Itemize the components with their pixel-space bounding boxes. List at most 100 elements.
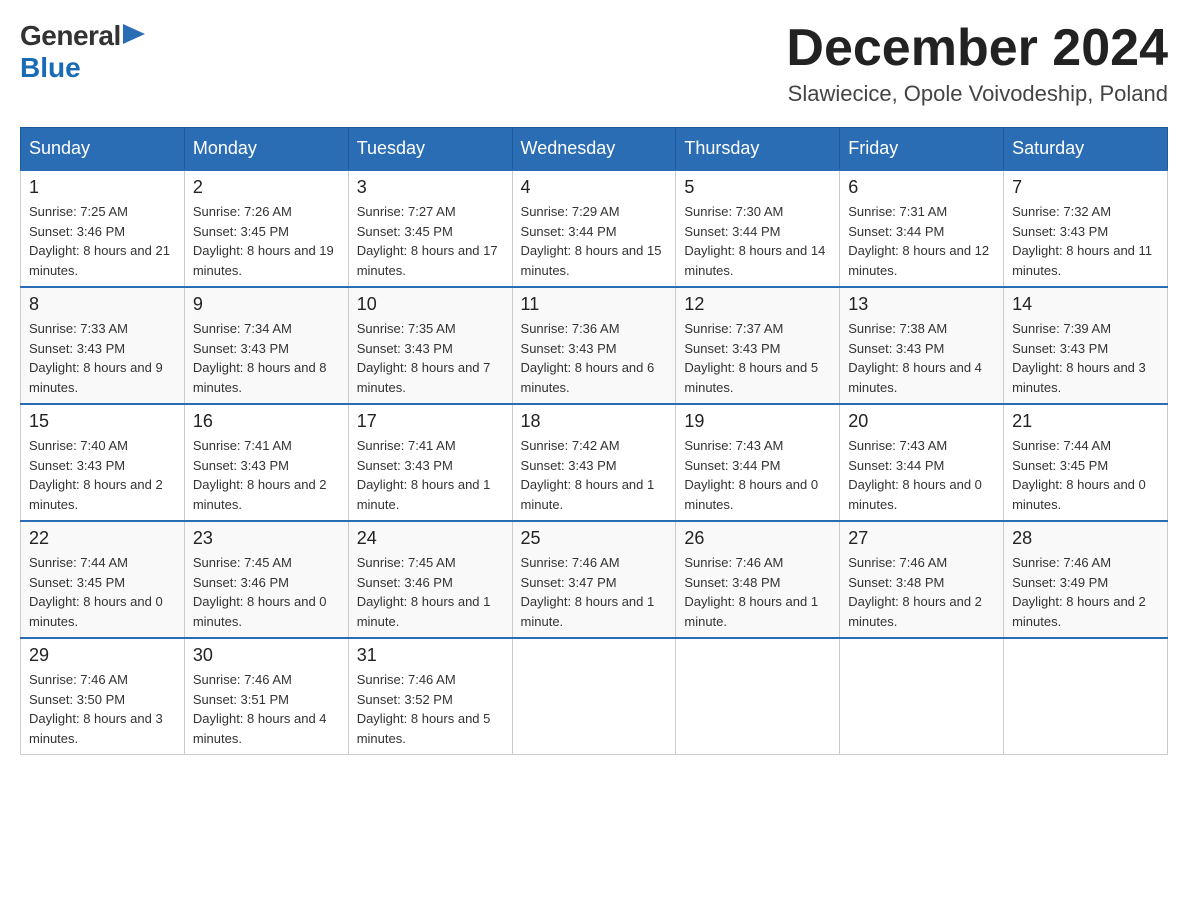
- day-number: 6: [848, 177, 995, 198]
- day-info: Sunrise: 7:43 AM Sunset: 3:44 PM Dayligh…: [684, 436, 831, 514]
- calendar-day-cell: 20 Sunrise: 7:43 AM Sunset: 3:44 PM Dayl…: [840, 404, 1004, 521]
- day-number: 19: [684, 411, 831, 432]
- day-number: 20: [848, 411, 995, 432]
- col-tuesday: Tuesday: [348, 128, 512, 171]
- calendar-day-cell: 11 Sunrise: 7:36 AM Sunset: 3:43 PM Dayl…: [512, 287, 676, 404]
- day-number: 29: [29, 645, 176, 666]
- calendar-day-cell: 26 Sunrise: 7:46 AM Sunset: 3:48 PM Dayl…: [676, 521, 840, 638]
- calendar-week-row: 29 Sunrise: 7:46 AM Sunset: 3:50 PM Dayl…: [21, 638, 1168, 755]
- calendar-day-cell: [1004, 638, 1168, 755]
- day-info: Sunrise: 7:29 AM Sunset: 3:44 PM Dayligh…: [521, 202, 668, 280]
- day-number: 15: [29, 411, 176, 432]
- day-info: Sunrise: 7:40 AM Sunset: 3:43 PM Dayligh…: [29, 436, 176, 514]
- calendar-day-cell: 27 Sunrise: 7:46 AM Sunset: 3:48 PM Dayl…: [840, 521, 1004, 638]
- calendar-day-cell: 17 Sunrise: 7:41 AM Sunset: 3:43 PM Dayl…: [348, 404, 512, 521]
- day-info: Sunrise: 7:26 AM Sunset: 3:45 PM Dayligh…: [193, 202, 340, 280]
- day-info: Sunrise: 7:38 AM Sunset: 3:43 PM Dayligh…: [848, 319, 995, 397]
- day-info: Sunrise: 7:41 AM Sunset: 3:43 PM Dayligh…: [193, 436, 340, 514]
- day-info: Sunrise: 7:46 AM Sunset: 3:47 PM Dayligh…: [521, 553, 668, 631]
- col-sunday: Sunday: [21, 128, 185, 171]
- day-number: 1: [29, 177, 176, 198]
- col-wednesday: Wednesday: [512, 128, 676, 171]
- day-number: 9: [193, 294, 340, 315]
- day-number: 2: [193, 177, 340, 198]
- calendar-day-cell: 5 Sunrise: 7:30 AM Sunset: 3:44 PM Dayli…: [676, 170, 840, 287]
- day-info: Sunrise: 7:45 AM Sunset: 3:46 PM Dayligh…: [193, 553, 340, 631]
- day-info: Sunrise: 7:46 AM Sunset: 3:48 PM Dayligh…: [684, 553, 831, 631]
- col-saturday: Saturday: [1004, 128, 1168, 171]
- col-thursday: Thursday: [676, 128, 840, 171]
- calendar-day-cell: 6 Sunrise: 7:31 AM Sunset: 3:44 PM Dayli…: [840, 170, 1004, 287]
- day-info: Sunrise: 7:42 AM Sunset: 3:43 PM Dayligh…: [521, 436, 668, 514]
- calendar-day-cell: 4 Sunrise: 7:29 AM Sunset: 3:44 PM Dayli…: [512, 170, 676, 287]
- day-info: Sunrise: 7:46 AM Sunset: 3:49 PM Dayligh…: [1012, 553, 1159, 631]
- day-number: 8: [29, 294, 176, 315]
- calendar-day-cell: 8 Sunrise: 7:33 AM Sunset: 3:43 PM Dayli…: [21, 287, 185, 404]
- logo-arrow-icon: [123, 19, 153, 49]
- calendar-week-row: 8 Sunrise: 7:33 AM Sunset: 3:43 PM Dayli…: [21, 287, 1168, 404]
- logo-blue-text: Blue: [20, 52, 81, 84]
- day-number: 28: [1012, 528, 1159, 549]
- day-info: Sunrise: 7:44 AM Sunset: 3:45 PM Dayligh…: [1012, 436, 1159, 514]
- col-friday: Friday: [840, 128, 1004, 171]
- day-number: 25: [521, 528, 668, 549]
- day-info: Sunrise: 7:39 AM Sunset: 3:43 PM Dayligh…: [1012, 319, 1159, 397]
- calendar-day-cell: 22 Sunrise: 7:44 AM Sunset: 3:45 PM Dayl…: [21, 521, 185, 638]
- logo-general-text: General: [20, 20, 121, 52]
- calendar-day-cell: 28 Sunrise: 7:46 AM Sunset: 3:49 PM Dayl…: [1004, 521, 1168, 638]
- day-info: Sunrise: 7:34 AM Sunset: 3:43 PM Dayligh…: [193, 319, 340, 397]
- day-number: 7: [1012, 177, 1159, 198]
- day-info: Sunrise: 7:37 AM Sunset: 3:43 PM Dayligh…: [684, 319, 831, 397]
- calendar-day-cell: [840, 638, 1004, 755]
- calendar-day-cell: 1 Sunrise: 7:25 AM Sunset: 3:46 PM Dayli…: [21, 170, 185, 287]
- day-info: Sunrise: 7:27 AM Sunset: 3:45 PM Dayligh…: [357, 202, 504, 280]
- day-number: 26: [684, 528, 831, 549]
- day-info: Sunrise: 7:41 AM Sunset: 3:43 PM Dayligh…: [357, 436, 504, 514]
- day-info: Sunrise: 7:33 AM Sunset: 3:43 PM Dayligh…: [29, 319, 176, 397]
- page-header: General Blue December 2024 Slawiecice, O…: [20, 20, 1168, 107]
- day-number: 4: [521, 177, 668, 198]
- calendar-day-cell: 12 Sunrise: 7:37 AM Sunset: 3:43 PM Dayl…: [676, 287, 840, 404]
- day-number: 13: [848, 294, 995, 315]
- day-info: Sunrise: 7:25 AM Sunset: 3:46 PM Dayligh…: [29, 202, 176, 280]
- logo: General Blue: [20, 20, 153, 84]
- day-info: Sunrise: 7:31 AM Sunset: 3:44 PM Dayligh…: [848, 202, 995, 280]
- calendar-day-cell: 9 Sunrise: 7:34 AM Sunset: 3:43 PM Dayli…: [184, 287, 348, 404]
- day-number: 22: [29, 528, 176, 549]
- day-number: 12: [684, 294, 831, 315]
- day-info: Sunrise: 7:36 AM Sunset: 3:43 PM Dayligh…: [521, 319, 668, 397]
- calendar-day-cell: 30 Sunrise: 7:46 AM Sunset: 3:51 PM Dayl…: [184, 638, 348, 755]
- calendar-day-cell: 24 Sunrise: 7:45 AM Sunset: 3:46 PM Dayl…: [348, 521, 512, 638]
- title-section: December 2024 Slawiecice, Opole Voivodes…: [786, 20, 1168, 107]
- calendar-day-cell: [676, 638, 840, 755]
- day-number: 30: [193, 645, 340, 666]
- day-info: Sunrise: 7:46 AM Sunset: 3:50 PM Dayligh…: [29, 670, 176, 748]
- day-number: 24: [357, 528, 504, 549]
- location-subtitle: Slawiecice, Opole Voivodeship, Poland: [786, 81, 1168, 107]
- day-number: 18: [521, 411, 668, 432]
- day-info: Sunrise: 7:45 AM Sunset: 3:46 PM Dayligh…: [357, 553, 504, 631]
- day-number: 3: [357, 177, 504, 198]
- calendar-day-cell: 23 Sunrise: 7:45 AM Sunset: 3:46 PM Dayl…: [184, 521, 348, 638]
- day-info: Sunrise: 7:35 AM Sunset: 3:43 PM Dayligh…: [357, 319, 504, 397]
- calendar-day-cell: 14 Sunrise: 7:39 AM Sunset: 3:43 PM Dayl…: [1004, 287, 1168, 404]
- day-number: 21: [1012, 411, 1159, 432]
- day-number: 31: [357, 645, 504, 666]
- calendar-day-cell: 2 Sunrise: 7:26 AM Sunset: 3:45 PM Dayli…: [184, 170, 348, 287]
- calendar-table: Sunday Monday Tuesday Wednesday Thursday…: [20, 127, 1168, 755]
- calendar-day-cell: 16 Sunrise: 7:41 AM Sunset: 3:43 PM Dayl…: [184, 404, 348, 521]
- day-number: 5: [684, 177, 831, 198]
- day-info: Sunrise: 7:30 AM Sunset: 3:44 PM Dayligh…: [684, 202, 831, 280]
- calendar-day-cell: 19 Sunrise: 7:43 AM Sunset: 3:44 PM Dayl…: [676, 404, 840, 521]
- day-info: Sunrise: 7:43 AM Sunset: 3:44 PM Dayligh…: [848, 436, 995, 514]
- day-number: 10: [357, 294, 504, 315]
- day-number: 11: [521, 294, 668, 315]
- calendar-day-cell: 7 Sunrise: 7:32 AM Sunset: 3:43 PM Dayli…: [1004, 170, 1168, 287]
- calendar-week-row: 15 Sunrise: 7:40 AM Sunset: 3:43 PM Dayl…: [21, 404, 1168, 521]
- calendar-day-cell: 25 Sunrise: 7:46 AM Sunset: 3:47 PM Dayl…: [512, 521, 676, 638]
- day-number: 16: [193, 411, 340, 432]
- calendar-day-cell: 18 Sunrise: 7:42 AM Sunset: 3:43 PM Dayl…: [512, 404, 676, 521]
- day-info: Sunrise: 7:46 AM Sunset: 3:48 PM Dayligh…: [848, 553, 995, 631]
- day-number: 23: [193, 528, 340, 549]
- day-info: Sunrise: 7:46 AM Sunset: 3:51 PM Dayligh…: [193, 670, 340, 748]
